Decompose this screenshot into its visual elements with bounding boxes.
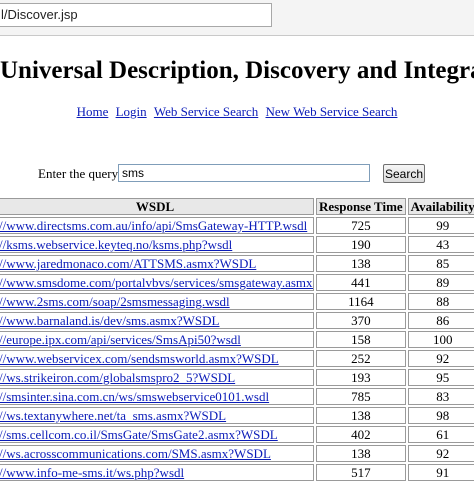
nav-link-home[interactable]: Home: [77, 104, 109, 119]
response-time-cell: 138: [316, 407, 406, 424]
browser-address-bar: l/Discover.jsp: [0, 0, 474, 36]
wsdl-link[interactable]: //www.smsdome.com/portalvbvs/services/sm…: [0, 275, 313, 290]
response-time-cell: 725: [316, 217, 406, 234]
wsdl-link[interactable]: //www.jaredmonaco.com/ATTSMS.asmx?WSDL: [0, 256, 256, 271]
query-form: Enter the query: Search: [38, 164, 425, 184]
availability-cell: 61: [407, 426, 474, 443]
availability-cell: 100: [407, 331, 474, 348]
table-row: //www.webservicex.com/sendsmsworld.asmx?…: [0, 350, 474, 367]
nav-links: Home Login Web Service Search New Web Se…: [0, 104, 474, 120]
response-time-cell: 138: [316, 445, 406, 462]
wsdl-cell: //www.info-me-sms.it/ws.php?wsdl: [0, 464, 314, 481]
wsdl-link[interactable]: //www.info-me-sms.it/ws.php?wsdl: [0, 465, 184, 480]
wsdl-link[interactable]: //www.directsms.com.au/info/api/SmsGatew…: [0, 218, 307, 233]
wsdl-cell: //ws.strikeiron.com/globalsmspro2_5?WSDL: [0, 369, 314, 386]
response-time-cell: 158: [316, 331, 406, 348]
wsdl-link[interactable]: //ws.acrosscommunications.com/SMS.asmx?W…: [0, 446, 271, 461]
wsdl-cell: //sms.cellcom.co.il/SmsGate/SmsGate2.asm…: [0, 426, 314, 443]
wsdl-link[interactable]: //europe.ipx.com/api/services/SmsApi50?w…: [0, 332, 241, 347]
availability-cell: 99: [407, 217, 474, 234]
wsdl-link[interactable]: //www.2sms.com/soap/2smsmessaging.wsdl: [0, 294, 230, 309]
wsdl-cell: //www.2sms.com/soap/2smsmessaging.wsdl: [0, 293, 314, 310]
page-title: Universal Description, Discovery and Int…: [0, 57, 474, 84]
table-row: //ws.acrosscommunications.com/SMS.asmx?W…: [0, 445, 474, 462]
table-row: //www.jaredmonaco.com/ATTSMS.asmx?WSDL 13…: [0, 255, 474, 272]
response-time-cell: 1164: [316, 293, 406, 310]
wsdl-cell: //ksms.webservice.keyteq.no/ksms.php?wsd…: [0, 236, 314, 253]
response-time-cell: 252: [316, 350, 406, 367]
results-body: //www.directsms.com.au/info/api/SmsGatew…: [0, 217, 474, 481]
wsdl-cell: //www.directsms.com.au/info/api/SmsGatew…: [0, 217, 314, 234]
wsdl-cell: //ws.textanywhere.net/ta_sms.asmx?WSDL: [0, 407, 314, 424]
table-row: //ksms.webservice.keyteq.no/ksms.php?wsd…: [0, 236, 474, 253]
availability-cell: 91: [407, 464, 474, 481]
header-wsdl: WSDL: [0, 198, 314, 215]
wsdl-link[interactable]: //ws.textanywhere.net/ta_sms.asmx?WSDL: [0, 408, 226, 423]
response-time-cell: 785: [316, 388, 406, 405]
availability-cell: 98: [407, 407, 474, 424]
wsdl-cell: //smsinter.sina.com.cn/ws/smswebservice0…: [0, 388, 314, 405]
availability-cell: 95: [407, 369, 474, 386]
table-row: //www.info-me-sms.it/ws.php?wsdl 517 91: [0, 464, 474, 481]
table-row: //www.2sms.com/soap/2smsmessaging.wsdl 11…: [0, 293, 474, 310]
wsdl-cell: //ws.acrosscommunications.com/SMS.asmx?W…: [0, 445, 314, 462]
availability-cell: 85: [407, 255, 474, 272]
response-time-cell: 517: [316, 464, 406, 481]
availability-cell: 89: [407, 274, 474, 291]
table-row: //www.smsdome.com/portalvbvs/services/sm…: [0, 274, 474, 291]
response-time-cell: 370: [316, 312, 406, 329]
query-input[interactable]: [118, 164, 370, 182]
availability-cell: 92: [407, 445, 474, 462]
table-row: //ws.strikeiron.com/globalsmspro2_5?WSDL…: [0, 369, 474, 386]
wsdl-cell: //www.jaredmonaco.com/ATTSMS.asmx?WSDL: [0, 255, 314, 272]
table-row: //sms.cellcom.co.il/SmsGate/SmsGate2.asm…: [0, 426, 474, 443]
wsdl-cell: //www.barnaland.is/dev/sms.asmx?WSDL: [0, 312, 314, 329]
response-time-cell: 193: [316, 369, 406, 386]
wsdl-link[interactable]: //www.webservicex.com/sendsmsworld.asmx?…: [0, 351, 279, 366]
table-row: //ws.textanywhere.net/ta_sms.asmx?WSDL 13…: [0, 407, 474, 424]
table-header-row: WSDL Response Time Availability T: [0, 198, 474, 215]
wsdl-cell: //www.webservicex.com/sendsmsworld.asmx?…: [0, 350, 314, 367]
query-label: Enter the query:: [38, 166, 122, 181]
wsdl-cell: //www.smsdome.com/portalvbvs/services/sm…: [0, 274, 314, 291]
availability-cell: 83: [407, 388, 474, 405]
wsdl-cell: //europe.ipx.com/api/services/SmsApi50?w…: [0, 331, 314, 348]
wsdl-link[interactable]: //www.barnaland.is/dev/sms.asmx?WSDL: [0, 313, 219, 328]
availability-cell: 43: [407, 236, 474, 253]
nav-link-web-service-search[interactable]: Web Service Search: [154, 104, 258, 119]
nav-link-login[interactable]: Login: [116, 104, 147, 119]
wsdl-link[interactable]: //ws.strikeiron.com/globalsmspro2_5?WSDL: [0, 370, 235, 385]
header-response-time: Response Time: [316, 198, 406, 215]
wsdl-link[interactable]: //smsinter.sina.com.cn/ws/smswebservice0…: [0, 389, 269, 404]
wsdl-link[interactable]: //sms.cellcom.co.il/SmsGate/SmsGate2.asm…: [0, 427, 278, 442]
availability-cell: 86: [407, 312, 474, 329]
response-time-cell: 441: [316, 274, 406, 291]
availability-cell: 88: [407, 293, 474, 310]
header-availability: Availability: [407, 198, 474, 215]
search-button[interactable]: Search: [383, 164, 425, 183]
availability-cell: 92: [407, 350, 474, 367]
response-time-cell: 138: [316, 255, 406, 272]
table-row: //www.directsms.com.au/info/api/SmsGatew…: [0, 217, 474, 234]
table-row: //www.barnaland.is/dev/sms.asmx?WSDL 370 8…: [0, 312, 474, 329]
response-time-cell: 402: [316, 426, 406, 443]
response-time-cell: 190: [316, 236, 406, 253]
address-field[interactable]: l/Discover.jsp: [0, 3, 272, 27]
results-table: WSDL Response Time Availability T //www.…: [0, 196, 474, 483]
wsdl-link[interactable]: //ksms.webservice.keyteq.no/ksms.php?wsd…: [0, 237, 232, 252]
table-row: //europe.ipx.com/api/services/SmsApi50?w…: [0, 331, 474, 348]
table-row: //smsinter.sina.com.cn/ws/smswebservice0…: [0, 388, 474, 405]
nav-link-new-web-service-search[interactable]: New Web Service Search: [266, 104, 398, 119]
